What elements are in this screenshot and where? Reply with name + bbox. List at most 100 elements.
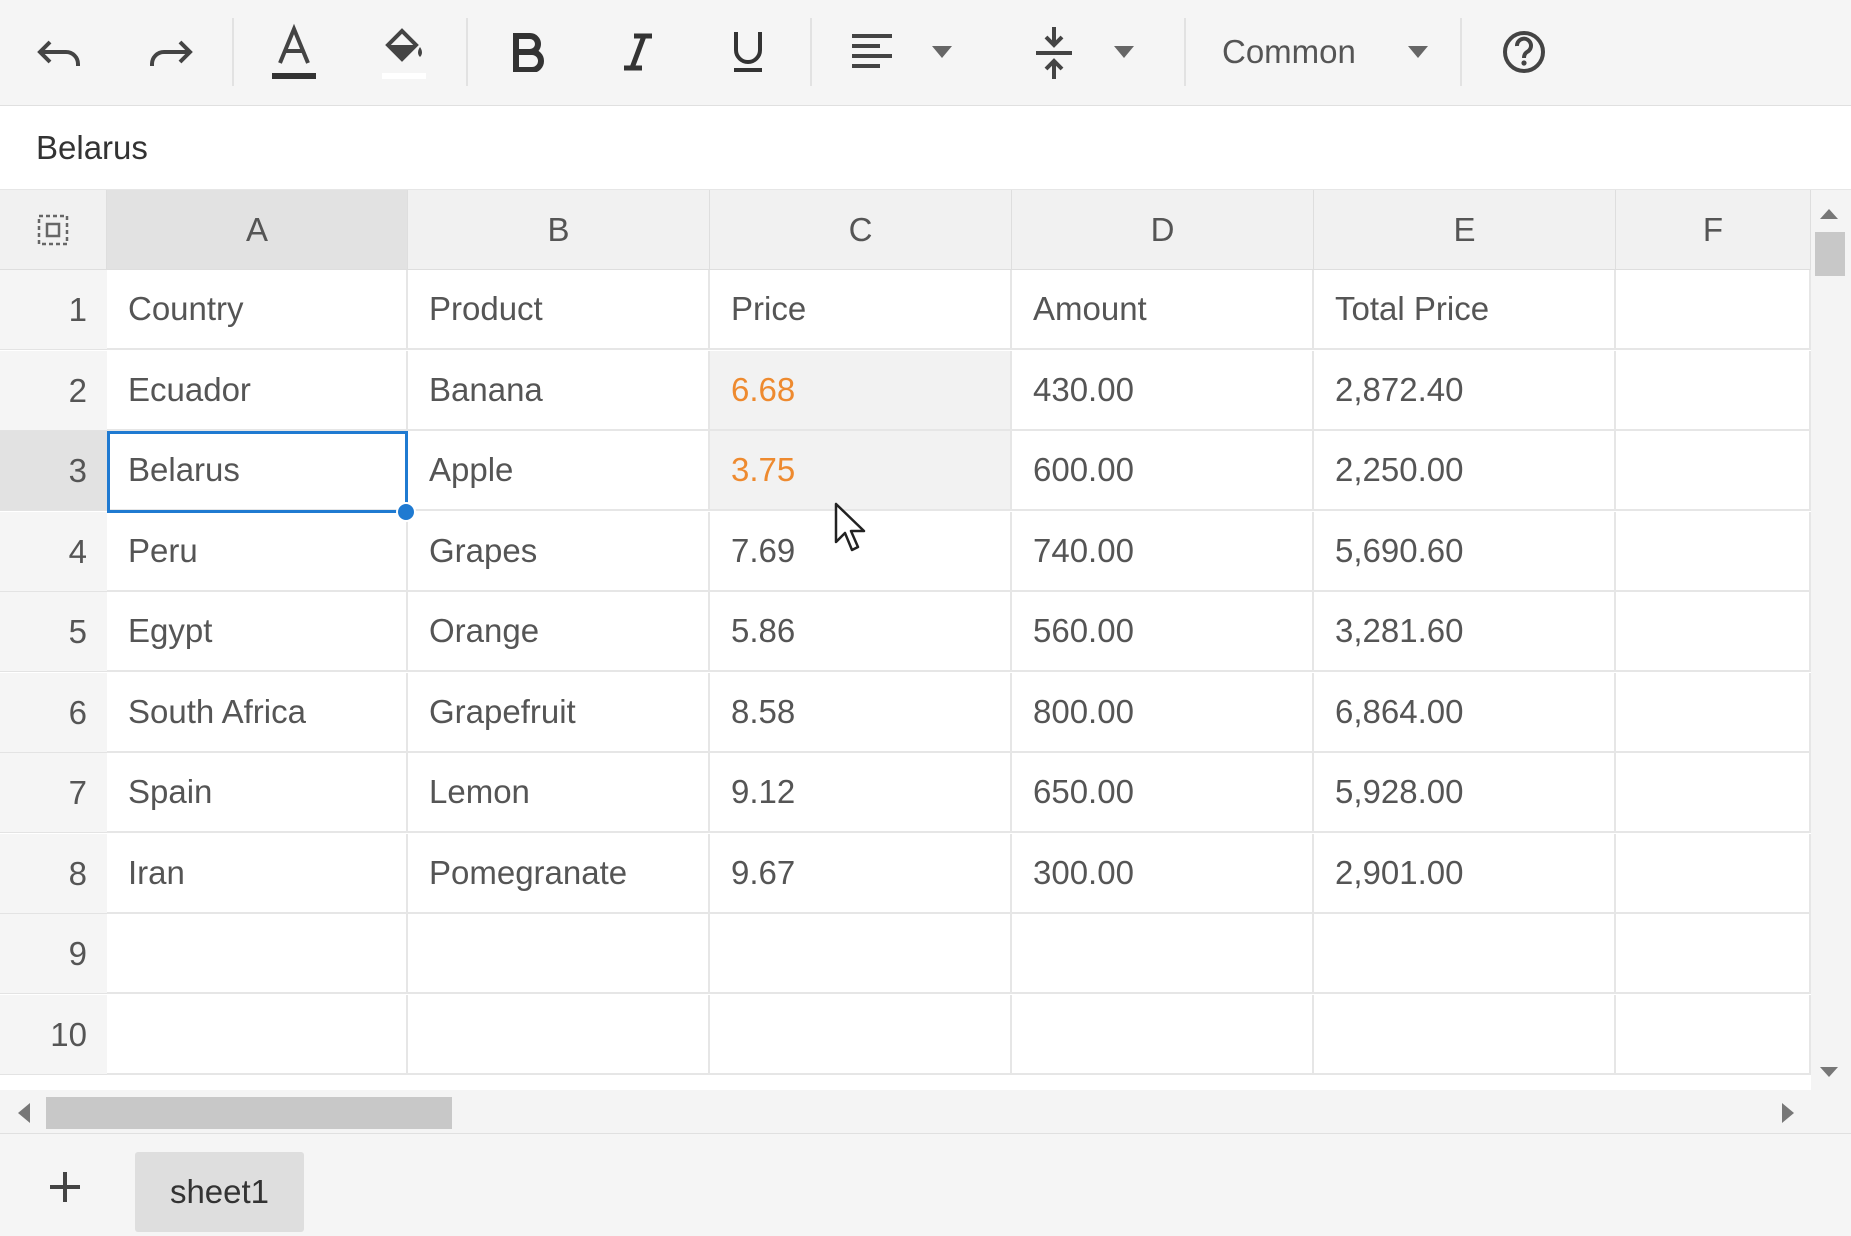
select-all-corner[interactable] xyxy=(0,190,107,270)
cell-c1[interactable]: Price xyxy=(710,270,1012,350)
cell-a7[interactable]: Spain xyxy=(107,753,408,833)
align-button[interactable] xyxy=(840,20,904,84)
cell-c8[interactable]: 9.67 xyxy=(710,834,1012,914)
vertical-align-button[interactable] xyxy=(1020,18,1088,88)
horizontal-scrollbar-thumb[interactable] xyxy=(46,1097,452,1129)
row-header-3[interactable]: 3 xyxy=(0,431,107,511)
cell-f6[interactable] xyxy=(1616,673,1811,753)
cell-e5[interactable]: 3,281.60 xyxy=(1314,592,1616,672)
cell-a2[interactable]: Ecuador xyxy=(107,351,408,431)
add-sheet-button[interactable] xyxy=(48,1170,82,1209)
cell-b5[interactable]: Orange xyxy=(408,592,710,672)
cell-b3[interactable]: Apple xyxy=(408,431,710,511)
column-header-f[interactable]: F xyxy=(1616,190,1811,270)
column-header-a[interactable]: A xyxy=(107,190,408,270)
cell-d5[interactable]: 560.00 xyxy=(1012,592,1314,672)
cell-c10[interactable] xyxy=(710,995,1012,1075)
cell-a3[interactable]: Belarus xyxy=(107,431,408,511)
cell-b4[interactable]: Grapes xyxy=(408,512,710,592)
scroll-left-icon[interactable] xyxy=(18,1103,30,1128)
undo-button[interactable] xyxy=(28,20,92,84)
vertical-align-dropdown-button[interactable] xyxy=(1106,36,1142,68)
scroll-up-icon[interactable] xyxy=(1820,206,1838,224)
column-header-e[interactable]: E xyxy=(1314,190,1616,270)
cell-b1[interactable]: Product xyxy=(408,270,710,350)
italic-button[interactable] xyxy=(606,20,670,84)
scroll-down-icon[interactable] xyxy=(1820,1064,1838,1082)
underline-button[interactable] xyxy=(716,20,780,84)
cell-a9[interactable] xyxy=(107,914,408,994)
cell-d3[interactable]: 600.00 xyxy=(1012,431,1314,511)
cell-d2[interactable]: 430.00 xyxy=(1012,351,1314,431)
cell-d7[interactable]: 650.00 xyxy=(1012,753,1314,833)
row-header-4[interactable]: 4 xyxy=(0,512,107,592)
cell-a1[interactable]: Country xyxy=(107,270,408,350)
align-dropdown-button[interactable] xyxy=(924,36,960,68)
row-header-9[interactable]: 9 xyxy=(0,914,107,994)
cell-a8[interactable]: Iran xyxy=(107,834,408,914)
vertical-scrollbar-thumb[interactable] xyxy=(1815,232,1845,276)
cell-a10[interactable] xyxy=(107,995,408,1075)
redo-button[interactable] xyxy=(138,20,202,84)
column-header-b[interactable]: B xyxy=(408,190,710,270)
cell-d1[interactable]: Amount xyxy=(1012,270,1314,350)
scroll-right-icon[interactable] xyxy=(1782,1103,1794,1128)
cell-f3[interactable] xyxy=(1616,431,1811,511)
cell-e7[interactable]: 5,928.00 xyxy=(1314,753,1616,833)
cell-e9[interactable] xyxy=(1314,914,1616,994)
cell-d4[interactable]: 740.00 xyxy=(1012,512,1314,592)
cell-c5[interactable]: 5.86 xyxy=(710,592,1012,672)
cell-d9[interactable] xyxy=(1012,914,1314,994)
cell-d6[interactable]: 800.00 xyxy=(1012,673,1314,753)
row-header-8[interactable]: 8 xyxy=(0,834,107,914)
font-color-button[interactable] xyxy=(262,18,326,88)
cell-e8[interactable]: 2,901.00 xyxy=(1314,834,1616,914)
cell-b10[interactable] xyxy=(408,995,710,1075)
vertical-scrollbar[interactable] xyxy=(1811,190,1851,1090)
cell-b9[interactable] xyxy=(408,914,710,994)
cell-b6[interactable]: Grapefruit xyxy=(408,673,710,753)
cell-b2[interactable]: Banana xyxy=(408,351,710,431)
column-header-d[interactable]: D xyxy=(1012,190,1314,270)
cell-b7[interactable]: Lemon xyxy=(408,753,710,833)
cell-e1[interactable]: Total Price xyxy=(1314,270,1616,350)
cell-f8[interactable] xyxy=(1616,834,1811,914)
row-header-6[interactable]: 6 xyxy=(0,673,107,753)
cell-f5[interactable] xyxy=(1616,592,1811,672)
cell-f10[interactable] xyxy=(1616,995,1811,1075)
cell-a6[interactable]: South Africa xyxy=(107,673,408,753)
cell-f2[interactable] xyxy=(1616,351,1811,431)
formula-bar[interactable]: Belarus xyxy=(0,106,1851,190)
fill-handle[interactable] xyxy=(396,502,416,522)
cell-a4[interactable]: Peru xyxy=(107,512,408,592)
cell-e2[interactable]: 2,872.40 xyxy=(1314,351,1616,431)
cell-b8[interactable]: Pomegranate xyxy=(408,834,710,914)
cell-e6[interactable]: 6,864.00 xyxy=(1314,673,1616,753)
cell-c2[interactable]: 6.68 xyxy=(710,351,1012,431)
cell-d10[interactable] xyxy=(1012,995,1314,1075)
cell-e3[interactable]: 2,250.00 xyxy=(1314,431,1616,511)
row-header-10[interactable]: 10 xyxy=(0,995,107,1075)
cell-f7[interactable] xyxy=(1616,753,1811,833)
cell-e10[interactable] xyxy=(1314,995,1616,1075)
row-header-7[interactable]: 7 xyxy=(0,753,107,833)
sheet-tab[interactable]: sheet1 xyxy=(135,1152,304,1232)
cell-d8[interactable]: 300.00 xyxy=(1012,834,1314,914)
cell-c7[interactable]: 9.12 xyxy=(710,753,1012,833)
cell-a5[interactable]: Egypt xyxy=(107,592,408,672)
cell-f1[interactable] xyxy=(1616,270,1811,350)
cell-c3[interactable]: 3.75 xyxy=(710,431,1012,511)
row-header-5[interactable]: 5 xyxy=(0,592,107,672)
cell-f4[interactable] xyxy=(1616,512,1811,592)
help-button[interactable] xyxy=(1492,20,1556,84)
column-header-c[interactable]: C xyxy=(710,190,1012,270)
cell-c9[interactable] xyxy=(710,914,1012,994)
number-format-dropdown[interactable]: Common xyxy=(1210,20,1440,84)
cell-c6[interactable]: 8.58 xyxy=(710,673,1012,753)
row-header-1[interactable]: 1 xyxy=(0,270,107,350)
cell-e4[interactable]: 5,690.60 xyxy=(1314,512,1616,592)
fill-color-button[interactable] xyxy=(372,18,436,88)
bold-button[interactable] xyxy=(496,20,560,84)
row-header-2[interactable]: 2 xyxy=(0,351,107,431)
cell-f9[interactable] xyxy=(1616,914,1811,994)
